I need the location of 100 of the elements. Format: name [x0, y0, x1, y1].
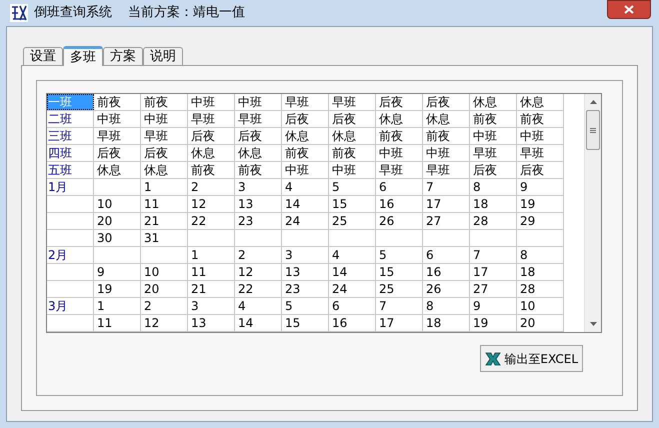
table-cell: 18 [470, 196, 517, 212]
tab[interactable]: 多班 [63, 46, 103, 66]
table-cell: 29 [517, 213, 564, 229]
table-cell: 7 [376, 298, 423, 314]
scroll-up-icon[interactable] [590, 100, 597, 104]
row-header[interactable]: 四班 [47, 145, 94, 161]
scroll-down-icon[interactable] [590, 322, 597, 326]
table-cell: 4 [329, 247, 376, 263]
table-cell: 8 [423, 298, 470, 314]
row-header[interactable]: 五班 [47, 162, 94, 178]
table-cell: 12 [235, 264, 282, 280]
table-cell: 16 [423, 264, 470, 280]
table-cell: 前夜 [517, 111, 564, 127]
table-cell: 3 [235, 179, 282, 195]
scroll-thumb[interactable] [586, 110, 600, 150]
table-cell: 2 [235, 247, 282, 263]
table-cell: 休息 [141, 162, 188, 178]
table-cell: 27 [470, 281, 517, 297]
table-cell: 26 [376, 213, 423, 229]
table-cell: 17 [376, 315, 423, 331]
table-cell: 13 [235, 196, 282, 212]
table-cell: 10 [141, 264, 188, 280]
table-cell: 早班 [470, 145, 517, 161]
table-cell: 中班 [235, 94, 282, 110]
table-cell: 5 [329, 179, 376, 195]
table-cell: 8 [470, 179, 517, 195]
table-cell: 休息 [282, 128, 329, 144]
table-cell: 31 [141, 230, 188, 246]
table-cell: 中班 [517, 128, 564, 144]
table-cell: 6 [423, 247, 470, 263]
table-cell: 4 [282, 179, 329, 195]
table-cell: 中班 [376, 145, 423, 161]
table-cell: 30 [94, 230, 141, 246]
table-cell: 休息 [94, 162, 141, 178]
row-header[interactable]: 二班 [47, 111, 94, 127]
table-cell: 24 [329, 281, 376, 297]
table-cell: 中班 [470, 128, 517, 144]
table-cell: 19 [517, 196, 564, 212]
table-cell: 28 [470, 213, 517, 229]
table-cell: 中班 [423, 145, 470, 161]
row-header[interactable]: 三班 [47, 128, 94, 144]
table-cell: 中班 [282, 162, 329, 178]
row-header[interactable]: 1月 [47, 179, 94, 195]
table-cell: 中班 [329, 162, 376, 178]
table-cell: 4 [235, 298, 282, 314]
table-cell: 前夜 [282, 145, 329, 161]
table-cell: 前夜 [94, 94, 141, 110]
table-cell: 26 [423, 281, 470, 297]
table-cell: 13 [282, 264, 329, 280]
table-cell: 前夜 [470, 111, 517, 127]
table-cell: 中班 [94, 111, 141, 127]
export-button[interactable]: 输出至EXCEL [480, 345, 583, 372]
table-cell: 早班 [94, 128, 141, 144]
table-cell: 18 [517, 264, 564, 280]
table-cell: 17 [423, 196, 470, 212]
table-cell: 中班 [188, 94, 235, 110]
table-cell: 前夜 [376, 128, 423, 144]
row-header[interactable]: 2月 [47, 247, 94, 263]
tab[interactable]: 方案 [103, 47, 143, 65]
table-cell: 早班 [235, 111, 282, 127]
table-cell: 早班 [329, 94, 376, 110]
table-cell: 早班 [376, 162, 423, 178]
table-cell: 2 [188, 179, 235, 195]
table-cell: 20 [94, 213, 141, 229]
window-title: 倒班查询系统 [34, 4, 112, 22]
table-cell: 早班 [188, 111, 235, 127]
table-cell: 休息 [376, 111, 423, 127]
tab[interactable]: 设置 [23, 47, 63, 65]
table-cell: 后夜 [470, 162, 517, 178]
scrollbar[interactable] [584, 94, 601, 332]
table-cell: 28 [517, 281, 564, 297]
table-cell: 6 [376, 179, 423, 195]
table-cell: 22 [235, 281, 282, 297]
table-cell: 前夜 [423, 128, 470, 144]
table-cell: 21 [141, 213, 188, 229]
table-cell: 前夜 [235, 162, 282, 178]
table-cell: 早班 [141, 128, 188, 144]
table-cell: 后夜 [282, 111, 329, 127]
table-cell: 13 [188, 315, 235, 331]
close-icon [624, 5, 634, 14]
table-cell: 20 [517, 315, 564, 331]
table-cell: 12 [188, 196, 235, 212]
table-cell: 后夜 [235, 128, 282, 144]
table-cell: 11 [141, 196, 188, 212]
table-cell: 休息 [423, 111, 470, 127]
table-cell: 11 [188, 264, 235, 280]
table-cell: 27 [423, 213, 470, 229]
table-cell: 25 [329, 213, 376, 229]
row-header[interactable]: 3月 [47, 298, 94, 314]
table-cell: 23 [235, 213, 282, 229]
table-cell: 21 [188, 281, 235, 297]
close-button[interactable] [607, 0, 651, 19]
table-cell: 后夜 [329, 111, 376, 127]
table-cell: 5 [282, 298, 329, 314]
table-cell: 6 [329, 298, 376, 314]
tab[interactable]: 说明 [143, 47, 183, 65]
table-cell: 早班 [282, 94, 329, 110]
table-cell: 休息 [235, 145, 282, 161]
table-cell: 早班 [517, 145, 564, 161]
table-cell: 23 [282, 281, 329, 297]
